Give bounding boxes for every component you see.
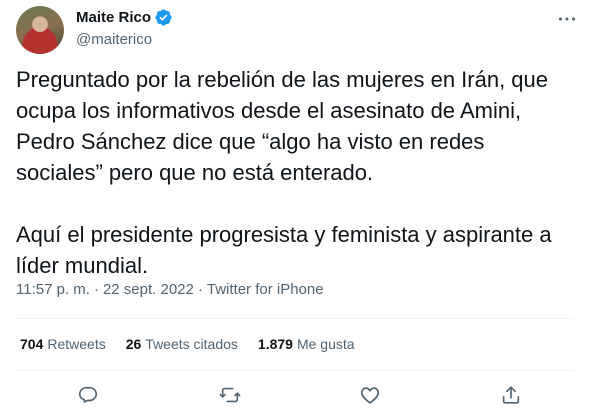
quotes-stat[interactable]: 26 Tweets citados <box>126 336 238 352</box>
engagement-stats: 704 Retweets 26 Tweets citados 1.879 Me … <box>20 336 355 352</box>
verified-badge-icon <box>154 8 173 27</box>
likes-count: 1.879 <box>257 336 293 352</box>
divider <box>16 370 574 371</box>
avatar[interactable] <box>16 6 64 54</box>
meta-separator: · <box>93 281 99 298</box>
retweets-label: Retweets <box>47 336 106 352</box>
divider <box>16 318 574 319</box>
tweet-metadata: 11:57 p. m. · 22 sept. 2022 · Twitter fo… <box>16 281 324 298</box>
retweets-count: 704 <box>20 336 44 352</box>
action-bar <box>0 373 590 417</box>
meta-separator: · <box>197 281 203 298</box>
reply-icon[interactable] <box>75 382 101 408</box>
likes-stat[interactable]: 1.879 Me gusta <box>258 336 355 352</box>
retweet-icon[interactable] <box>217 382 243 408</box>
likes-label: Me gusta <box>296 336 355 352</box>
tweet-date[interactable]: 22 sept. 2022 <box>103 281 194 298</box>
like-heart-icon[interactable] <box>357 382 383 408</box>
author-display-name[interactable]: Maite Rico <box>76 9 151 26</box>
author-handle[interactable]: @maiterico <box>76 31 152 48</box>
share-icon[interactable] <box>498 382 524 408</box>
author-name-row: Maite Rico <box>76 8 173 27</box>
quotes-label: Tweets citados <box>145 336 238 352</box>
quotes-count: 26 <box>125 336 142 352</box>
more-horizontal-icon[interactable] <box>556 10 578 28</box>
retweets-stat[interactable]: 704 Retweets <box>20 336 106 352</box>
tweet-card: Maite Rico @maiterico Preguntado por la … <box>0 0 590 419</box>
tweet-text: Preguntado por la rebelión de las mujere… <box>16 67 552 278</box>
tweet-time[interactable]: 11:57 p. m. <box>16 281 90 298</box>
tweet-source[interactable]: Twitter for iPhone <box>207 281 324 298</box>
